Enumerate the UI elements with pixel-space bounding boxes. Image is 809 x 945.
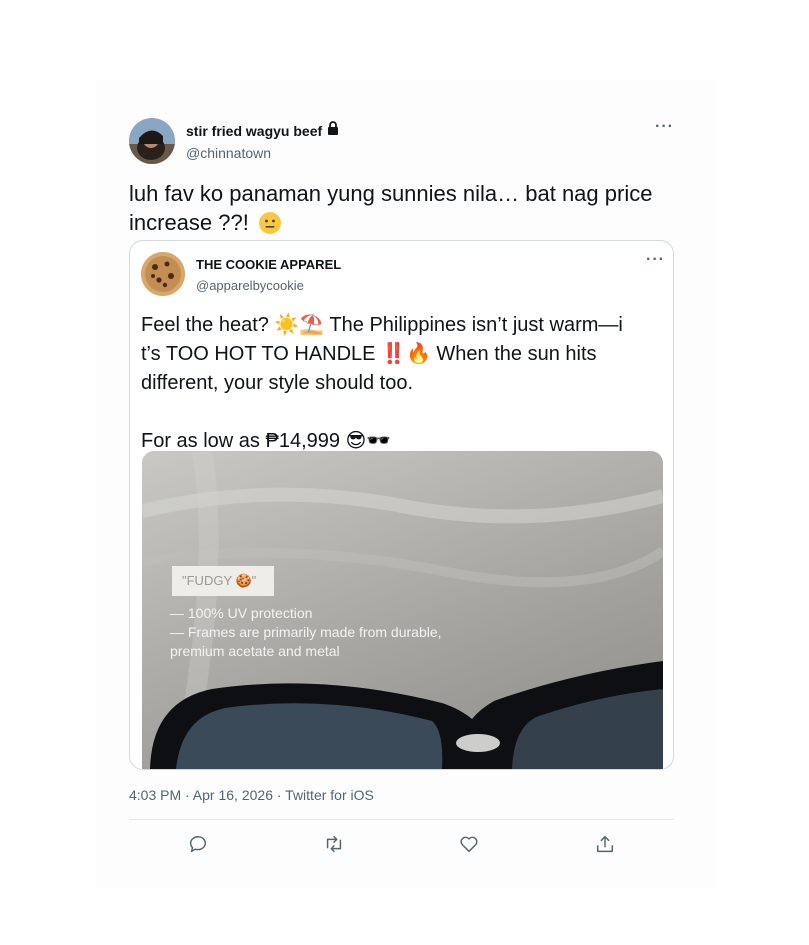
reply-button[interactable]: [185, 831, 211, 857]
share-icon: [596, 835, 614, 853]
quoted-display-name[interactable]: THE COOKIE APPAREL: [196, 257, 341, 272]
divider: [129, 819, 674, 820]
heart-icon: [460, 836, 478, 853]
product-name-tag: "FUDGY 🍪": [172, 566, 274, 596]
quoted-text-line: Feel the heat? ☀️⛱️ The Philippines isn’…: [141, 314, 623, 336]
tweet-body: luh fav ko panaman yung sunnies nila… ba…: [129, 181, 653, 235]
share-button[interactable]: [592, 831, 618, 857]
avatar[interactable]: [129, 118, 175, 164]
retweet-icon: [326, 835, 342, 853]
quoted-handle[interactable]: @apparelbycookie: [196, 278, 304, 293]
tweet-text: luh fav ko panaman yung sunnies nila… ba…: [129, 179, 679, 237]
retweet-button[interactable]: [321, 831, 347, 857]
media-image[interactable]: "FUDGY 🍪" — 100% UV protection — Frames …: [142, 451, 663, 769]
quoted-avatar[interactable]: [141, 252, 185, 296]
lock-icon: [327, 121, 339, 140]
quoted-more-options-icon[interactable]: ···: [646, 252, 665, 268]
handle[interactable]: @chinnatown: [186, 145, 271, 161]
spec-line: — Frames are primarily made from durable…: [170, 624, 442, 640]
more-options-icon[interactable]: ···: [655, 119, 674, 135]
spec-line: — 100% UV protection: [170, 605, 313, 621]
neutral-face-emoji: [258, 212, 281, 234]
timestamp[interactable]: 4:03 PM · Apr 16, 2026 ·: [129, 787, 285, 803]
quoted-text-line: t’s TOO HOT TO HANDLE ‼️🔥 When the sun h…: [141, 343, 597, 365]
tweet-source[interactable]: Twitter for iOS: [285, 787, 374, 803]
quoted-tweet[interactable]: THE COOKIE APPAREL @apparelbycookie ··· …: [129, 240, 674, 770]
quoted-text: Feel the heat? ☀️⛱️ The Philippines isn’…: [141, 311, 661, 456]
display-name[interactable]: stir fried wagyu beef: [186, 123, 322, 139]
quoted-text-line: different, your style should too.: [141, 372, 414, 394]
reply-icon: [189, 836, 206, 853]
author-name-row: stir fried wagyu beef: [186, 121, 339, 140]
like-button[interactable]: [456, 831, 482, 857]
spec-line: premium acetate and metal: [170, 643, 340, 659]
tweet-meta: 4:03 PM · Apr 16, 2026 · Twitter for iOS: [129, 787, 374, 803]
